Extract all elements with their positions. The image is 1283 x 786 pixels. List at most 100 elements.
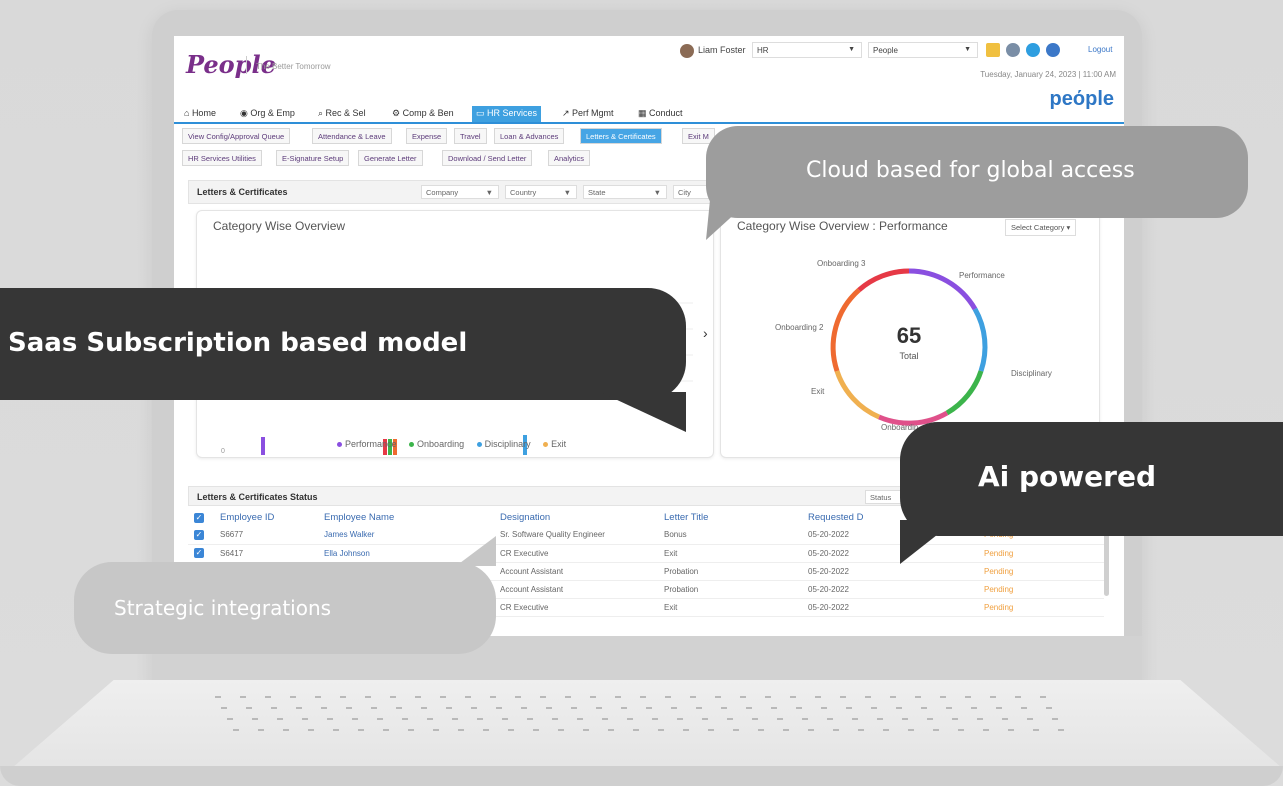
company-select[interactable]: Company ▼ xyxy=(421,185,499,199)
tab-expense[interactable]: Expense xyxy=(406,128,448,144)
callout-integrations: Strategic integrations xyxy=(74,562,496,654)
nav-perf-mgmt[interactable]: ↗ Perf Mgmt xyxy=(558,106,618,122)
letter-title-cell: Exit xyxy=(658,598,802,617)
designation-cell: Account Assistant xyxy=(494,580,658,599)
next-chevron-icon[interactable]: › xyxy=(703,325,708,341)
keyboard-key xyxy=(533,729,539,731)
nav-hr-services[interactable]: ▭ HR Services xyxy=(472,106,542,122)
col-employee-name[interactable]: Employee Name xyxy=(318,508,494,526)
letters-title: Letters & Certificates xyxy=(197,187,288,197)
keyboard-key xyxy=(702,718,708,720)
segment-onboarding-2 xyxy=(830,288,861,372)
help-icon[interactable] xyxy=(1046,43,1060,57)
keyboard-key xyxy=(777,718,783,720)
nav-org-emp[interactable]: ◉ Org & Emp xyxy=(236,106,299,122)
keyboard-key xyxy=(452,718,458,720)
nav-label: Rec & Sel xyxy=(325,108,366,118)
col-letter-title[interactable]: Letter Title xyxy=(658,508,802,526)
tab-loan-advances[interactable]: Loan & Advances xyxy=(494,128,565,144)
keyboard-key xyxy=(490,696,496,698)
keyboard-key xyxy=(246,707,252,709)
keyboard-key xyxy=(333,729,339,731)
legend-item-disciplinary[interactable]: Disciplinary xyxy=(476,439,531,449)
legend-item-exit[interactable]: Exit xyxy=(543,439,566,449)
keyboard-key xyxy=(590,696,596,698)
tab-letters-certificates[interactable]: Letters & Certificates xyxy=(580,128,662,144)
nav-conduct[interactable]: ▦ Conduct xyxy=(634,106,687,122)
keyboard-key xyxy=(290,696,296,698)
checkbox-icon[interactable]: ✓ xyxy=(194,512,204,523)
main-nav: ⌂ Home ◉ Org & Emp ⌕ Rec & Sel ⚙ Comp & … xyxy=(174,104,1124,124)
keyboard-key xyxy=(346,707,352,709)
tab-download-send[interactable]: Download / Send Letter xyxy=(442,150,533,166)
status-cell: Pending xyxy=(978,580,1104,599)
keyboard-key xyxy=(965,696,971,698)
keyboard-key xyxy=(815,696,821,698)
nav-home[interactable]: ⌂ Home xyxy=(180,106,220,122)
keyboard-key xyxy=(1021,707,1027,709)
keyboard-key xyxy=(990,696,996,698)
keyboard-key xyxy=(527,718,533,720)
table-row[interactable]: ✓ S6417 Ella Johnson CR Executive Exit 05-20-… xyxy=(188,544,1104,563)
employee-id-cell: S6677 xyxy=(214,526,318,545)
nav-rec-sel[interactable]: ⌕ Rec & Sel xyxy=(314,106,370,122)
keyboard-key xyxy=(790,696,796,698)
col-designation[interactable]: Designation xyxy=(494,508,658,526)
tab-attendance-leave[interactable]: Attendance & Leave xyxy=(312,128,392,144)
tab-e-signature[interactable]: E-Signature Setup xyxy=(276,150,350,166)
row-checkbox-cell[interactable]: ✓ xyxy=(188,544,214,563)
keyboard-key xyxy=(746,707,752,709)
row-checkbox-cell[interactable]: ✓ xyxy=(188,526,214,545)
nav-label: Comp & Ben xyxy=(402,108,454,118)
book-icon[interactable] xyxy=(986,43,1000,57)
keyboard-key xyxy=(315,696,321,698)
keyboard-key xyxy=(865,696,871,698)
logout-link[interactable]: Logout xyxy=(1088,45,1112,54)
user-name[interactable]: Liam Foster xyxy=(698,45,746,55)
col-employee-id[interactable]: Employee ID xyxy=(214,508,318,526)
select-all-cell[interactable]: ✓ xyxy=(188,508,214,526)
module-select[interactable]: People ▼ xyxy=(868,42,978,58)
keyboard-key xyxy=(921,707,927,709)
legend-item-performance[interactable]: Performance xyxy=(337,439,397,449)
bar[interactable] xyxy=(261,437,265,455)
tab-analytics[interactable]: Analytics xyxy=(548,150,591,166)
keyboard-key xyxy=(446,707,452,709)
callout-cloud-tail xyxy=(706,200,750,240)
keyboard-key xyxy=(252,718,258,720)
legend-item-onboarding[interactable]: Onboarding xyxy=(409,439,464,449)
keyboard-key xyxy=(1002,718,1008,720)
keyboard-key xyxy=(602,718,608,720)
role-select[interactable]: HR ▼ xyxy=(752,42,862,58)
country-select[interactable]: Country ▼ xyxy=(505,185,577,199)
keyboard-key xyxy=(621,707,627,709)
globe-icon[interactable] xyxy=(1006,43,1020,57)
info-icon[interactable] xyxy=(1026,43,1040,57)
keyboard-key xyxy=(758,729,764,731)
tab-generate-letter[interactable]: Generate Letter xyxy=(358,150,423,166)
keyboard-key xyxy=(858,729,864,731)
keyboard-key xyxy=(377,718,383,720)
segment-exit xyxy=(834,370,881,420)
keyboard-key xyxy=(558,729,564,731)
tab-travel[interactable]: Travel xyxy=(454,128,487,144)
state-select[interactable]: State ▼ xyxy=(583,185,667,199)
keyboard-key xyxy=(896,707,902,709)
keyboard-key xyxy=(740,696,746,698)
keyboard-key xyxy=(715,696,721,698)
callout-saas-text: Saas Subscription based model xyxy=(8,328,468,358)
nav-comp-ben[interactable]: ⚙ Comp & Ben xyxy=(388,106,458,122)
keyboard-key xyxy=(1052,718,1058,720)
tab-hr-utilities[interactable]: HR Services Utilities xyxy=(182,150,262,166)
keyboard-key xyxy=(877,718,883,720)
avatar[interactable] xyxy=(680,44,694,58)
tab-approval-queue[interactable]: View Config/Approval Queue xyxy=(182,128,291,144)
keyboard-key xyxy=(640,696,646,698)
checkbox-icon[interactable]: ✓ xyxy=(194,529,204,540)
keyboard-key xyxy=(327,718,333,720)
keyboard-key xyxy=(565,696,571,698)
keyboard-key xyxy=(440,696,446,698)
donut-total-value: 65 xyxy=(896,323,922,348)
checkbox-icon[interactable]: ✓ xyxy=(194,548,204,558)
keyboard-key xyxy=(733,729,739,731)
